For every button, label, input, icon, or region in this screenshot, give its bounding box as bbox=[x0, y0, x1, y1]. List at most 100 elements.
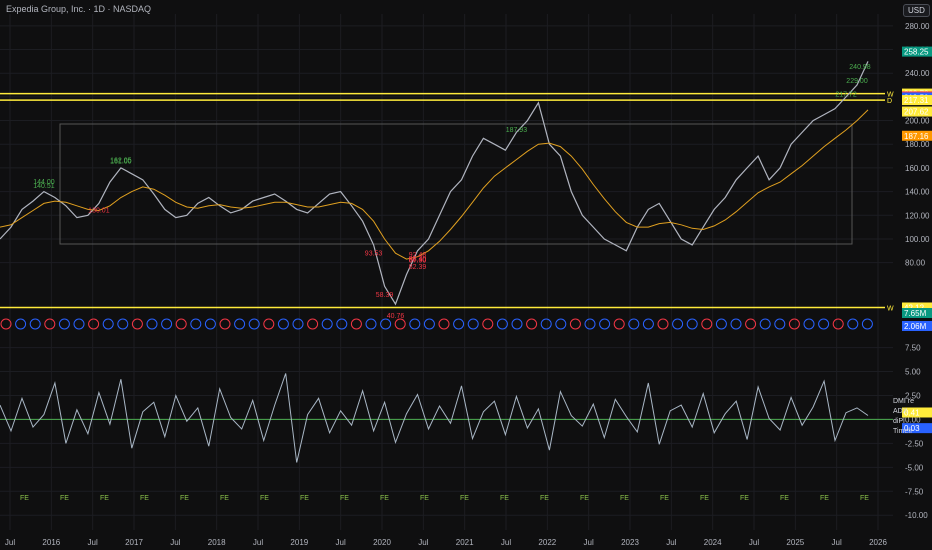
event-bubble bbox=[526, 318, 538, 330]
x-tick-label: Jul bbox=[170, 538, 180, 547]
event-bubble bbox=[730, 318, 742, 330]
event-bubble bbox=[73, 318, 85, 330]
high-label: 187.93 bbox=[506, 127, 528, 134]
fe-marker: FE bbox=[780, 495, 789, 502]
y-tick-label: 280.00 bbox=[905, 22, 930, 31]
price-series-line bbox=[0, 109, 869, 260]
event-bubble bbox=[569, 318, 581, 330]
x-tick-label: 2026 bbox=[869, 538, 887, 547]
high-label: 144.00 bbox=[33, 179, 55, 186]
event-bubble bbox=[423, 318, 435, 330]
osc-line bbox=[0, 373, 869, 463]
event-bubble bbox=[219, 318, 231, 330]
event-bubble bbox=[204, 318, 216, 330]
event-bubble bbox=[803, 318, 815, 330]
grid-lines bbox=[0, 14, 893, 530]
chart-title: Expedia Group, Inc. · 1D · NASDAQ bbox=[6, 4, 152, 14]
volume-tag: 2.06M bbox=[904, 322, 927, 331]
event-bubble bbox=[409, 318, 421, 330]
event-bubble bbox=[190, 318, 202, 330]
x-tick-label: Jul bbox=[501, 538, 511, 547]
x-tick-label: 2025 bbox=[786, 538, 804, 547]
price-series-line bbox=[0, 61, 869, 306]
level-label: W bbox=[887, 305, 894, 312]
fe-marker: FE bbox=[20, 495, 29, 502]
osc-tick-label: 7.50 bbox=[905, 344, 921, 353]
x-tick-label: 2018 bbox=[208, 538, 226, 547]
event-bubble bbox=[599, 318, 611, 330]
y-tick-label: 120.00 bbox=[905, 211, 930, 220]
x-tick-label: Jul bbox=[832, 538, 842, 547]
event-bubble bbox=[321, 318, 333, 330]
x-tick-label: 2024 bbox=[704, 538, 722, 547]
y-tick-label: 160.00 bbox=[905, 164, 930, 173]
fe-marker: FE bbox=[700, 495, 709, 502]
price-tag: 258.25 bbox=[904, 48, 929, 57]
high-label: 217.72 bbox=[835, 92, 857, 99]
y-tick-label: 200.00 bbox=[905, 117, 930, 126]
fe-marker: FE bbox=[60, 495, 69, 502]
event-bubble bbox=[788, 318, 800, 330]
osc-legend-label: diPl bbox=[893, 418, 905, 425]
event-bubble bbox=[292, 318, 304, 330]
oscillator-panel: 7.505.002.500.00-2.50-5.00-7.50-10.000.4… bbox=[0, 344, 932, 520]
volume-tag: 7.65M bbox=[904, 309, 927, 318]
x-tick-label: Jul bbox=[5, 538, 15, 547]
y-tick-label: 180.00 bbox=[905, 140, 930, 149]
x-tick-label: 2021 bbox=[456, 538, 474, 547]
fe-marker: FE bbox=[140, 495, 149, 502]
price-series bbox=[0, 61, 869, 306]
event-bubble bbox=[453, 318, 465, 330]
y-tick-label: 240.00 bbox=[905, 69, 930, 78]
osc-legend-label: Timefr bbox=[893, 428, 913, 435]
event-bubble bbox=[672, 318, 684, 330]
x-tick-label: Jul bbox=[88, 538, 98, 547]
fe-marker: FE bbox=[260, 495, 269, 502]
low-label: 58.39 bbox=[376, 292, 394, 299]
osc-tick-label: -5.00 bbox=[905, 463, 924, 472]
event-bubble bbox=[686, 318, 698, 330]
event-bubble bbox=[482, 318, 494, 330]
fe-marker: FE bbox=[540, 495, 549, 502]
fe-marker: FE bbox=[380, 495, 389, 502]
currency-button[interactable]: USD bbox=[903, 4, 930, 17]
x-tick-label: Jul bbox=[666, 538, 676, 547]
chart-canvas[interactable]: WDW 140.51161.00144.00187.93217.72162.05… bbox=[0, 0, 932, 550]
event-bubble bbox=[350, 318, 362, 330]
event-bubble bbox=[540, 318, 552, 330]
price-tag: 187.16 bbox=[904, 132, 929, 141]
fe-marker: FE bbox=[420, 495, 429, 502]
event-bubble bbox=[117, 318, 129, 330]
low-label: 93.53 bbox=[365, 251, 383, 258]
y-tick-label: 100.00 bbox=[905, 235, 930, 244]
event-bubble bbox=[307, 318, 319, 330]
x-tick-label: 2023 bbox=[621, 538, 639, 547]
x-tick-label: Jul bbox=[584, 538, 594, 547]
event-bubble bbox=[847, 318, 859, 330]
high-label: 162.05 bbox=[110, 157, 132, 164]
osc-tick-label: -2.50 bbox=[905, 439, 924, 448]
event-bubble bbox=[818, 318, 830, 330]
osc-tick-label: -10.00 bbox=[905, 511, 928, 520]
event-bubble bbox=[15, 318, 27, 330]
fe-marker: FE bbox=[620, 495, 629, 502]
event-bubble bbox=[511, 318, 523, 330]
event-bubble bbox=[88, 318, 100, 330]
fe-marker: FE bbox=[820, 495, 829, 502]
event-bubble bbox=[161, 318, 173, 330]
fe-marker: FE bbox=[340, 495, 349, 502]
event-bubble bbox=[715, 318, 727, 330]
event-bubble bbox=[44, 318, 56, 330]
event-bubble bbox=[642, 318, 654, 330]
osc-legend-label: ADX bbox=[893, 408, 908, 415]
event-bubble bbox=[146, 318, 158, 330]
event-bubble bbox=[701, 318, 713, 330]
high-label: 240.98 bbox=[849, 64, 871, 71]
x-tick-label: Jul bbox=[253, 538, 263, 547]
event-bubble bbox=[467, 318, 479, 330]
fe-marker: FE bbox=[100, 495, 109, 502]
event-bubble bbox=[336, 318, 348, 330]
fe-marker: FE bbox=[580, 495, 589, 502]
x-tick-label: 2020 bbox=[373, 538, 391, 547]
x-tick-label: Jul bbox=[418, 538, 428, 547]
